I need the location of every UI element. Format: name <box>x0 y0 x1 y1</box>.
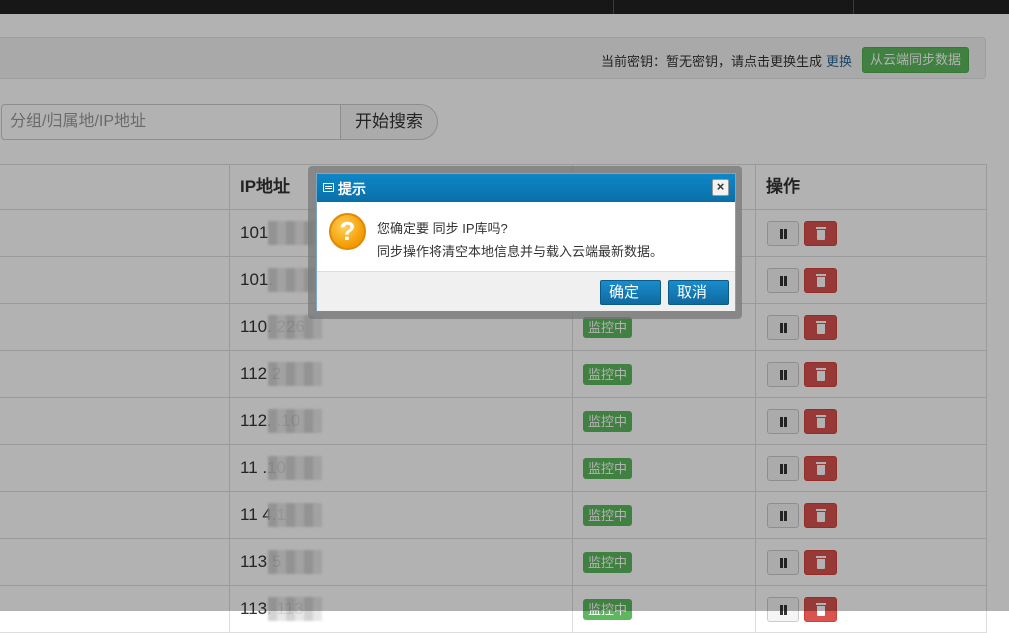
confirm-button[interactable]: 确定 <box>600 280 661 305</box>
dialog-message-line2: 同步操作将清空本地信息并与载入云端最新数据。 <box>377 244 664 259</box>
cancel-button[interactable]: 取消 <box>668 280 729 305</box>
dialog-message-line1: 您确定要 同步 IP库吗? <box>377 221 508 236</box>
close-icon[interactable]: × <box>712 179 729 196</box>
dialog-title: 提示 <box>338 181 366 197</box>
question-icon: ? <box>329 213 366 250</box>
dialog-titlebar: 提示 × <box>317 174 735 202</box>
dialog-footer: 确定 取消 <box>317 271 735 311</box>
window-icon <box>323 183 334 192</box>
confirm-dialog: 提示 × ? 您确定要 同步 IP库吗? 同步操作将清空本地信息并与载入云端最新… <box>316 173 736 311</box>
